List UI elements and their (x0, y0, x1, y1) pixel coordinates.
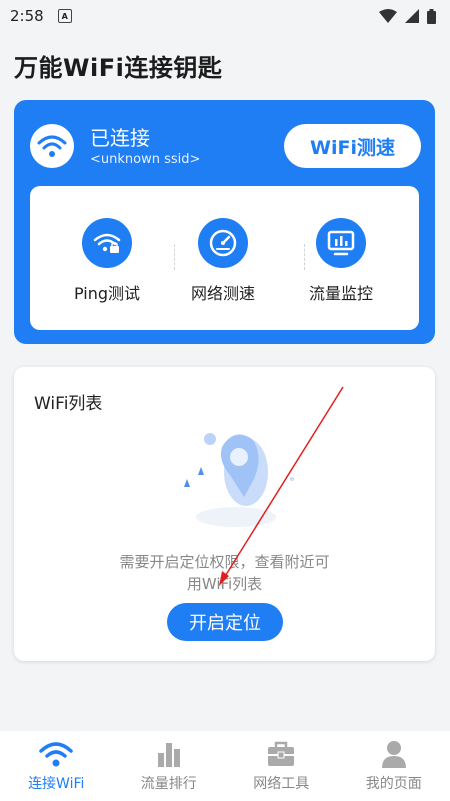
network-tools-panel: Ping测试 网络测速 流量监控 (30, 186, 419, 330)
connection-status: 已连接 (90, 126, 150, 150)
location-illustration (184, 433, 294, 527)
tool-label: 流量监控 (308, 284, 373, 303)
bar-chart-icon (156, 739, 182, 769)
nav-label: 网络工具 (253, 776, 310, 792)
status-bar: 2:58 A (0, 0, 450, 32)
wifi-signal-icon (379, 9, 397, 23)
tool-speed-test[interactable]: 网络测速 (168, 218, 278, 304)
nav-label: 连接WiFi (28, 776, 85, 792)
wifi-list-card: WiFi列表 需要开启定位权限，查看附近可 用WiFi列表 开启定位 (14, 367, 435, 661)
user-icon (381, 739, 407, 769)
app-title: 万能WiFi连接钥匙 (14, 54, 223, 82)
permission-line-1: 需要开启定位权限，查看附近可 (119, 553, 330, 571)
enable-location-button[interactable]: 开启定位 (167, 603, 283, 641)
permission-line-2: 用WiFi列表 (186, 575, 263, 593)
tool-label: Ping测试 (73, 284, 141, 303)
wifi-connected-icon (30, 124, 74, 168)
monitor-chart-icon (316, 218, 366, 268)
wifi-icon (39, 739, 73, 769)
wifi-list-title: WiFi列表 (34, 394, 103, 414)
ssid-label: <unknown ssid> (90, 152, 201, 167)
nav-connect-wifi[interactable]: 连接WiFi (0, 731, 113, 801)
nav-traffic-ranking[interactable]: 流量排行 (113, 731, 226, 801)
wifi-lock-icon (82, 218, 132, 268)
wifi-connection-card: 已连接 <unknown ssid> WiFi测速 Ping测试 网络测速 流量… (14, 100, 435, 344)
tool-traffic-monitor[interactable]: 流量监控 (286, 218, 396, 304)
tool-label: 网络测速 (190, 284, 255, 303)
nav-my-page[interactable]: 我的页面 (338, 731, 450, 801)
nav-network-tools[interactable]: 网络工具 (225, 731, 338, 801)
location-permission-message: 需要开启定位权限，查看附近可 用WiFi列表 (74, 551, 375, 595)
status-time: 2:58 (10, 7, 44, 25)
tool-ping-test[interactable]: Ping测试 (52, 218, 162, 304)
cell-signal-icon (405, 9, 419, 23)
nav-label: 我的页面 (365, 776, 422, 792)
notification-icon: A (57, 9, 72, 23)
bottom-nav: 连接WiFi 流量排行 网络工具 我的页面 (0, 731, 450, 801)
nav-label: 流量排行 (140, 776, 197, 792)
battery-icon (427, 8, 436, 24)
speedometer-icon (198, 218, 248, 268)
wifi-speed-test-button[interactable]: WiFi测速 (284, 124, 421, 168)
toolbox-icon (267, 739, 295, 769)
